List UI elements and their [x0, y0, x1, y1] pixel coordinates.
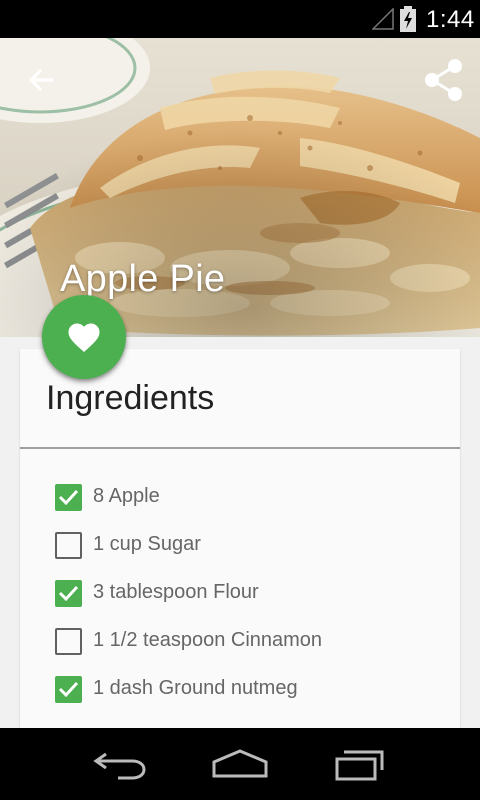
- ingredient-item[interactable]: 1 dash Ground nutmeg: [55, 673, 455, 721]
- checkmark-icon: [58, 489, 79, 506]
- ingredient-item[interactable]: 1 cup Sugar: [55, 529, 455, 577]
- ingredient-item[interactable]: 3 tablespoon Flour: [55, 577, 455, 625]
- signal-icon: [372, 8, 394, 30]
- app-screen: 1:44 Apple Pie Ingredients 8 Apple 1 cup…: [0, 0, 480, 800]
- ingredient-label: 8 Apple: [93, 485, 160, 507]
- nav-back-icon[interactable]: [92, 746, 148, 782]
- ingredient-label: 1 cup Sugar: [93, 533, 201, 555]
- status-bar: 1:44: [0, 0, 480, 38]
- checkbox-checked[interactable]: [55, 484, 82, 511]
- checkmark-icon: [58, 585, 79, 602]
- checkbox-unchecked[interactable]: [55, 628, 82, 655]
- ingredient-label: 1 1/2 teaspoon Cinnamon: [93, 629, 323, 651]
- ingredient-item[interactable]: 1 1/2 teaspoon Cinnamon: [55, 625, 455, 673]
- checkbox-checked[interactable]: [55, 580, 82, 607]
- checkmark-icon: [58, 681, 79, 698]
- ingredients-card: Ingredients 8 Apple 1 cup Sugar 3 tablespo…: [20, 349, 460, 769]
- ingredient-label: 1 dash Ground nutmeg: [93, 677, 298, 699]
- checkbox-unchecked[interactable]: [55, 532, 82, 559]
- heart-icon: [68, 323, 100, 352]
- back-arrow-icon[interactable]: [22, 60, 62, 100]
- card-divider: [20, 447, 460, 449]
- nav-home-icon[interactable]: [210, 746, 270, 782]
- ingredient-item[interactable]: 8 Apple: [55, 481, 455, 529]
- battery-charging-icon: [400, 6, 416, 32]
- favorite-button[interactable]: [42, 295, 126, 379]
- status-time: 1:44: [426, 6, 475, 33]
- hero-image: Apple Pie: [0, 38, 480, 337]
- checkbox-checked[interactable]: [55, 676, 82, 703]
- nav-recents-icon[interactable]: [332, 746, 388, 782]
- share-icon[interactable]: [420, 58, 468, 102]
- navigation-bar: [0, 728, 480, 800]
- card-title: Ingredients: [46, 379, 215, 417]
- ingredient-label: 3 tablespoon Flour: [93, 581, 259, 603]
- ingredient-list: 8 Apple 1 cup Sugar 3 tablespoon Flour 1 1/…: [55, 481, 455, 721]
